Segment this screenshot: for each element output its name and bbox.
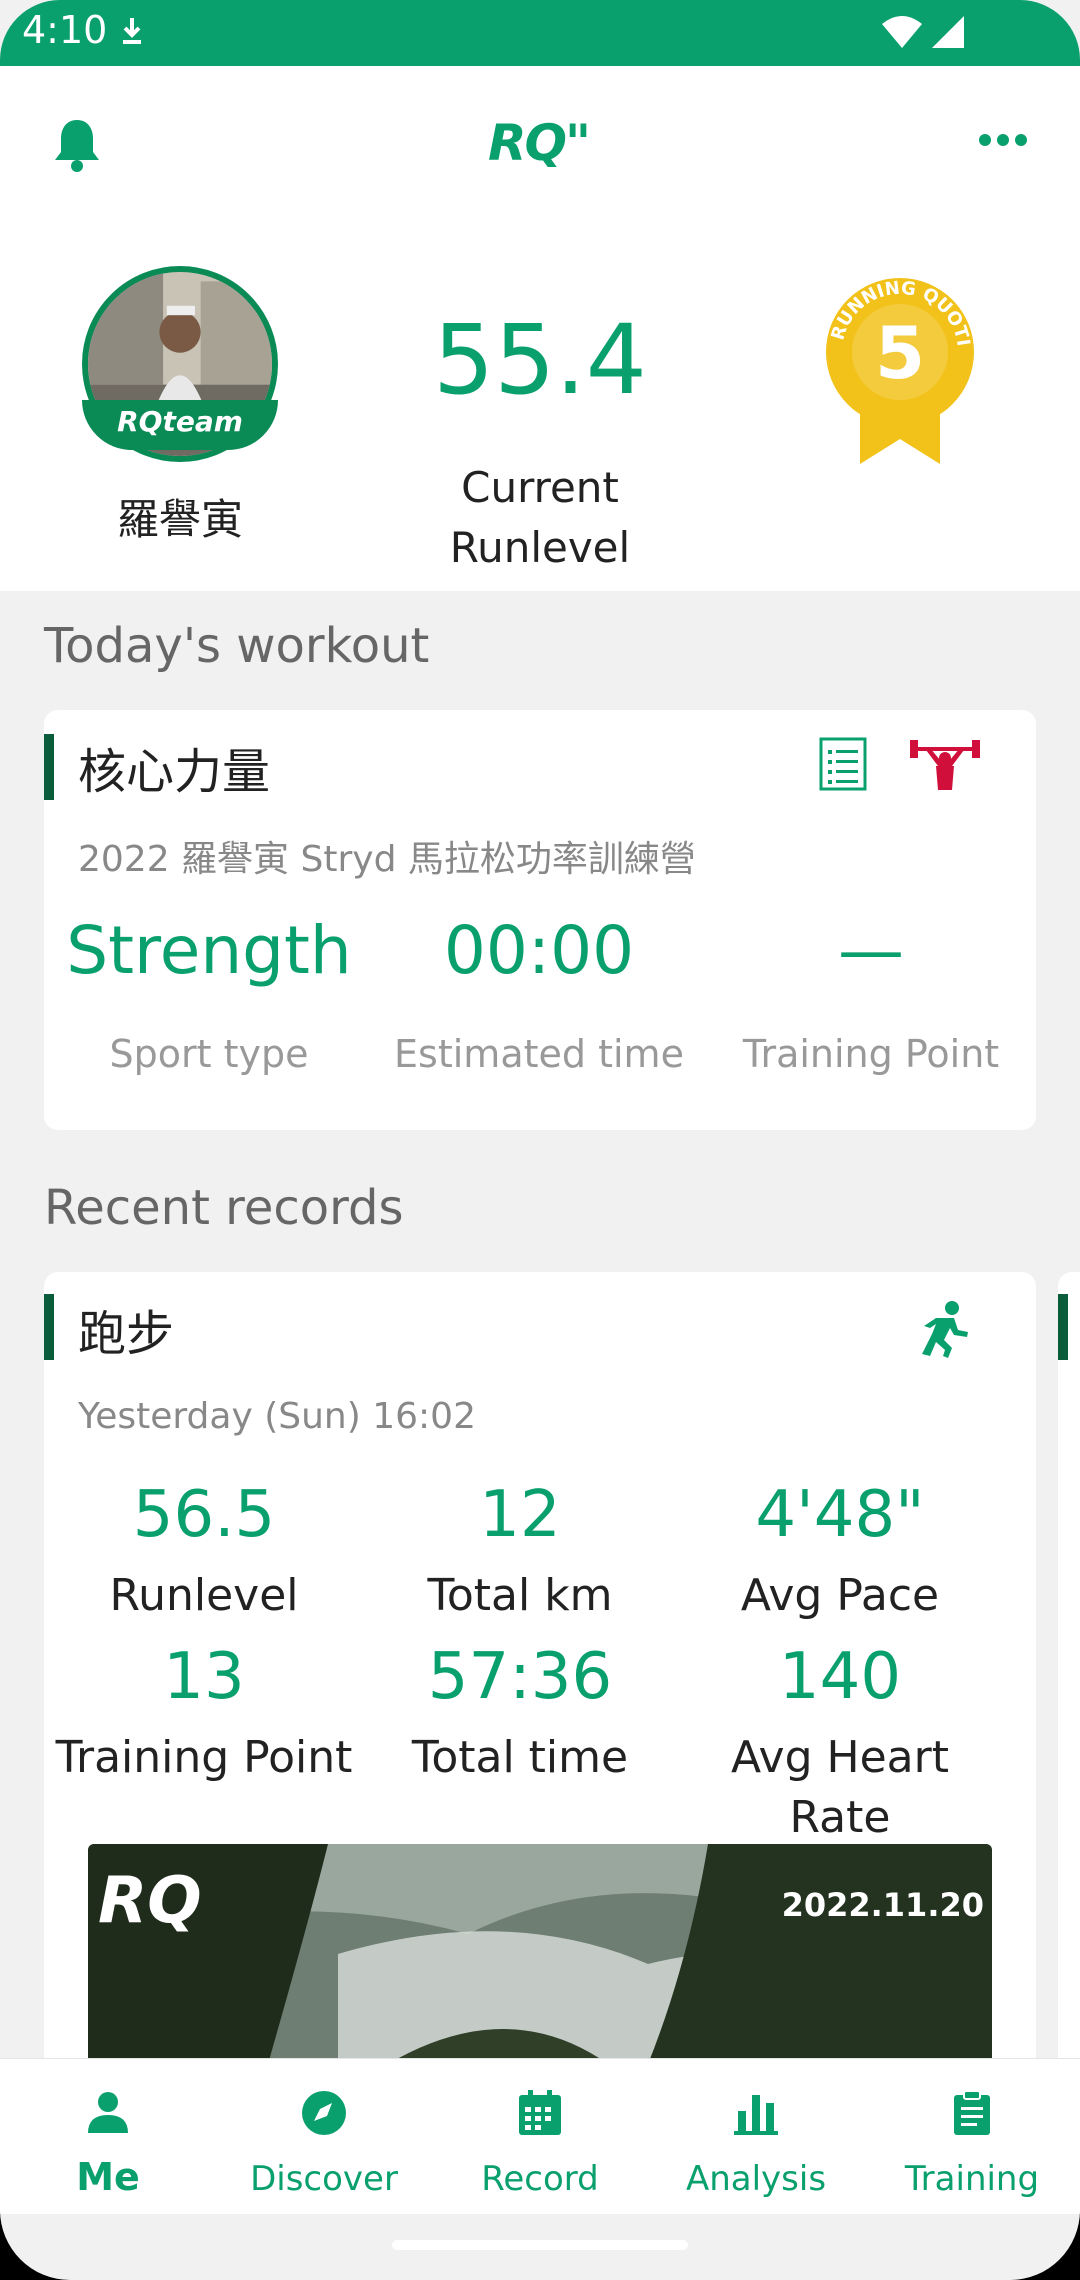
next-record-card-peek[interactable] [1058, 1272, 1080, 2172]
runlevel-label: Runlevel [109, 1570, 299, 1621]
nav-discover-label: Discover [250, 2159, 398, 2199]
avg-heart-rate-value: 140 [778, 1640, 902, 1714]
nav-me-label: Me [76, 2155, 140, 2199]
nav-record[interactable]: Record [432, 2059, 648, 2215]
medal-number: 5 [875, 311, 925, 395]
calendar-icon [519, 2090, 561, 2135]
record-datetime: Yesterday (Sun) 16:02 [78, 1396, 476, 1437]
bar-chart-icon [734, 2095, 778, 2135]
workout-plan-icon[interactable] [818, 736, 868, 792]
app-logo: RQ" [488, 114, 591, 172]
nav-analysis-label: Analysis [685, 2159, 827, 2199]
record-title: 跑步 [78, 1306, 175, 1362]
bottom-navigation: Me Discover Record Analysis Training [0, 2058, 1080, 2214]
card-accent-bar [44, 734, 54, 800]
bell-icon[interactable] [52, 116, 102, 172]
running-quotient-medal-icon[interactable]: RUNNING QUOTIENT 5 [820, 274, 980, 474]
nav-record-label: Record [481, 2159, 599, 2199]
todays-workout-title: Today's workout [44, 618, 430, 674]
gesture-bar [392, 2240, 688, 2250]
record-photo[interactable]: RQ 2022.11.20 [88, 1844, 992, 2064]
estimated-time-label: Estimated time [394, 1032, 684, 1076]
estimated-time-value: 00:00 [443, 912, 635, 989]
card-accent-bar [1058, 1294, 1068, 1360]
workout-subtitle: 2022 羅譽寅 Stryd 馬拉松功率訓練營 [78, 839, 696, 880]
photo-logo: RQ [98, 1864, 202, 1938]
todays-workout-card[interactable]: 核心力量 2022 羅譽寅 Stryd 馬拉松功率訓練營 Strength Sp… [44, 710, 1036, 1130]
training-point-label: Training Point [742, 1032, 1000, 1076]
total-km-value: 12 [479, 1478, 561, 1552]
runlevel-value: 56.5 [132, 1478, 276, 1552]
nav-me[interactable]: Me [0, 2059, 216, 2215]
total-time-value: 57:36 [427, 1640, 613, 1714]
avg-pace-label: Avg Pace [740, 1570, 940, 1621]
total-km-label: Total km [427, 1570, 613, 1621]
wifi-icon [882, 16, 922, 48]
nav-training-label: Training [904, 2159, 1040, 2199]
nav-training[interactable]: Training [864, 2059, 1080, 2215]
more-icon[interactable] [978, 130, 1028, 150]
training-point-value: 13 [163, 1640, 245, 1714]
weightlifting-icon [910, 740, 980, 790]
photo-date: 2022.11.20 [781, 1886, 984, 1924]
workout-title: 核心力量 [78, 744, 271, 800]
recent-records-title: Recent records [44, 1180, 404, 1236]
avg-pace-value: 4'48" [755, 1478, 925, 1552]
current-runlevel-value: 55.4 [433, 304, 647, 416]
user-name: 羅譽寅 [116, 495, 243, 544]
signal-icon [932, 16, 964, 48]
clipboard-icon [954, 2090, 990, 2135]
avg-heart-rate-label: Avg Heart Rate [731, 1732, 949, 1843]
training-point-value: — [838, 912, 904, 989]
team-badge: RQteam [82, 400, 278, 450]
status-time: 4:10 [22, 8, 108, 52]
sport-type-value: Strength [66, 912, 352, 989]
nav-discover[interactable]: Discover [216, 2059, 432, 2215]
download-icon [123, 18, 141, 44]
card-accent-bar [44, 1294, 54, 1360]
app-screen: 4:10 RQ" RQteam 羅譽寅 55.4 Current Runleve… [0, 0, 1080, 2280]
status-bar: 4:10 [0, 0, 1080, 66]
compass-icon [302, 2091, 346, 2135]
training-point-label: Training Point [55, 1732, 353, 1783]
mountain-photo [88, 1844, 992, 2064]
sport-type-label: Sport type [109, 1032, 309, 1076]
running-icon [922, 1301, 968, 1358]
current-runlevel-label: Current Runlevel [449, 463, 631, 572]
person-icon [88, 2092, 128, 2133]
total-time-label: Total time [411, 1732, 629, 1783]
nav-analysis[interactable]: Analysis [648, 2059, 864, 2215]
profile-header: RQ" RQteam 羅譽寅 55.4 Current Runlevel RUN… [0, 66, 1080, 591]
